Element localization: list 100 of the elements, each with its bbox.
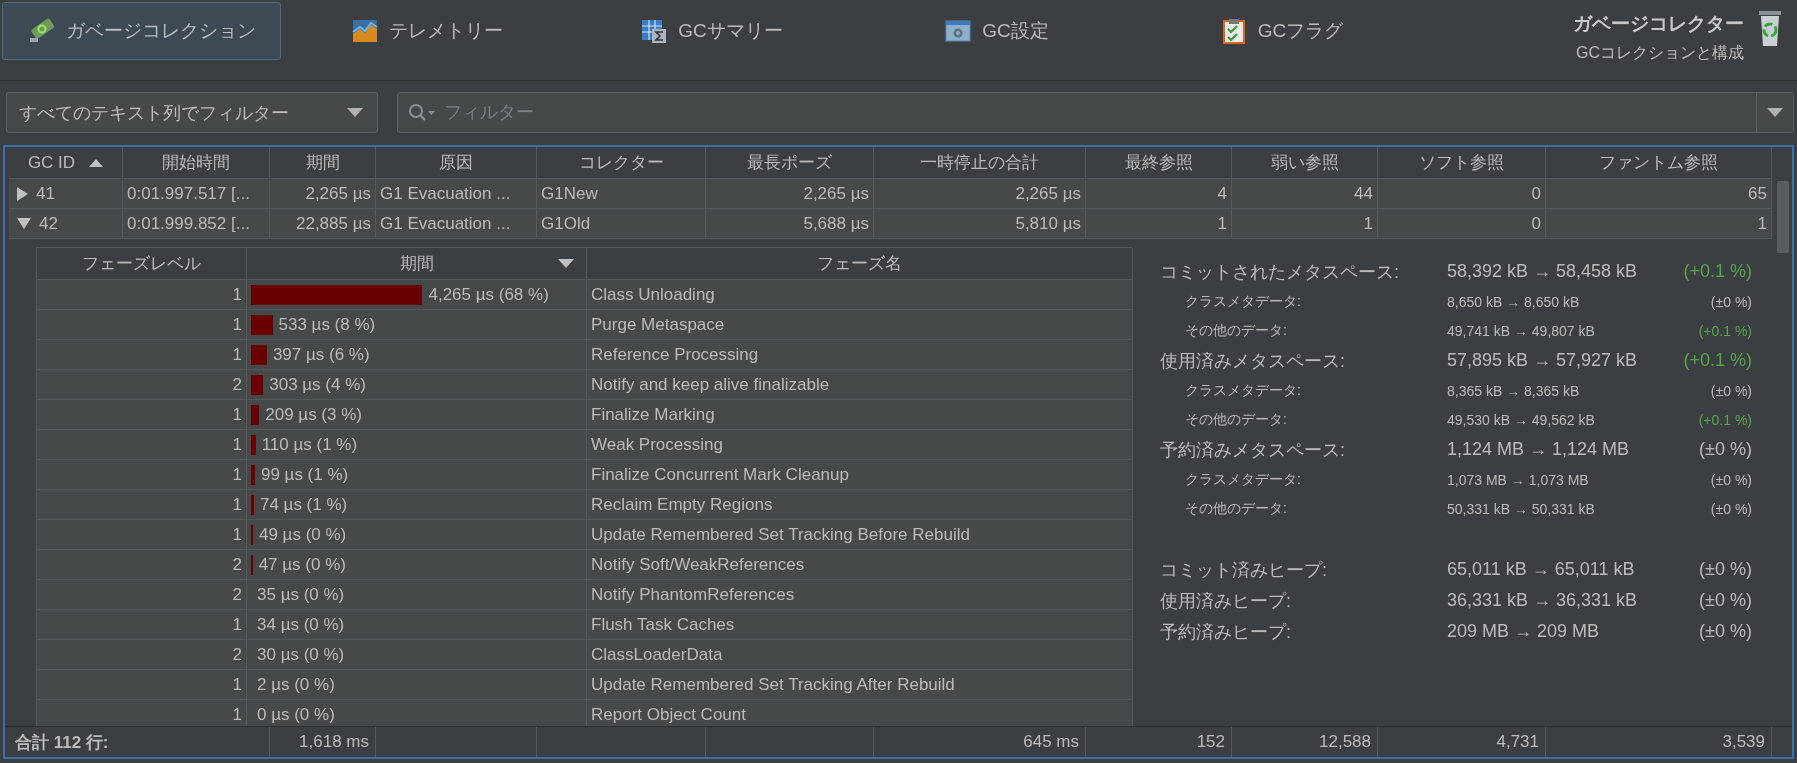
table-cell: Class Unloading <box>587 280 1133 310</box>
table-cell: 1 <box>37 700 247 726</box>
column-header[interactable]: 一時停止の合計 <box>874 147 1086 179</box>
table-cell: 44 <box>1232 179 1378 209</box>
table-cell: 22,885 µs <box>270 209 376 239</box>
metric-label: クラスメタデータ: <box>1184 380 1302 400</box>
table-cell: ClassLoaderData <box>587 640 1133 670</box>
table-cell: 1 <box>37 460 247 490</box>
table-cell: 2,265 µs <box>270 179 376 209</box>
table-cell: G1 Evacuation ... <box>376 209 537 239</box>
table-cell: 74 µs (1 %) <box>259 494 348 515</box>
column-header[interactable]: フェーズ名 <box>587 248 1133 280</box>
table-cell: G1New <box>537 179 706 209</box>
table-cell: 35 µs (0 %) <box>257 584 345 605</box>
metric-change: (±0 %) <box>1698 438 1752 461</box>
metric-value: 49,741 kB → 49,807 kB <box>1447 321 1596 341</box>
table-cell: Reference Processing <box>587 340 1133 370</box>
table-cell: Update Remembered Set Tracking After Rebuild <box>587 670 1133 700</box>
table-cell: Report Object Count <box>587 700 1133 726</box>
column-header[interactable]: ソフト参照 <box>1378 147 1546 179</box>
table-cell: Reclaim Empty Regions <box>587 490 1133 520</box>
table-cell: 1 <box>37 670 247 700</box>
metric-change: (±0 %) <box>1699 558 1752 581</box>
tab[interactable]: ガベージコレクション <box>2 2 281 60</box>
column-header[interactable]: ファントム参照 <box>1546 147 1772 179</box>
table-cell: 30 µs (0 %) <box>257 644 345 665</box>
table-cell: 34 µs (0 %) <box>257 614 345 635</box>
table-cell: 5,688 µs <box>706 209 874 239</box>
table-cell: 0 <box>1378 179 1546 209</box>
metric-change: (±0 %) <box>1709 292 1752 312</box>
table-cell: 0 <box>1378 209 1546 239</box>
table-cell: 99 µs (1 %) <box>260 464 349 485</box>
chart-icon <box>350 17 379 45</box>
table-cell: 1 <box>37 520 247 550</box>
metric-label: クラスメタデータ: <box>1184 469 1302 489</box>
column-header[interactable]: 開始時間 <box>123 147 270 179</box>
metric-label: クラスメタデータ: <box>1184 291 1302 311</box>
column-header[interactable]: コレクター <box>537 147 706 179</box>
scrollbar-thumb[interactable] <box>1777 181 1789 253</box>
table-cell: 1 <box>37 490 247 520</box>
table-cell: 303 µs (4 %) <box>269 374 366 395</box>
table-cell: 1 <box>37 610 247 640</box>
metric-change: (±0 %) <box>1709 499 1752 519</box>
tab[interactable]: GCフラグ <box>1142 2 1421 60</box>
metric-change: (±0 %) <box>1709 381 1752 401</box>
metric-change: (+0.1 %) <box>1683 349 1752 372</box>
column-header[interactable]: 原因 <box>376 147 537 179</box>
table-cell: G1 Evacuation ... <box>376 179 537 209</box>
table-cell: 0:01.999.852 [... <box>123 209 270 239</box>
table-cell: Finalize Concurrent Mark Cleanup <box>587 460 1133 490</box>
table-cell: 2 <box>37 640 247 670</box>
table-cell: 2,265 µs <box>874 179 1086 209</box>
metric-label: コミットされたメタスペース: <box>1160 260 1400 284</box>
metric-change: (+0.1 %) <box>1697 410 1752 430</box>
table-cell: 5,810 µs <box>874 209 1086 239</box>
column-header[interactable]: 期間 <box>270 147 376 179</box>
tab[interactable]: GCサマリー <box>572 2 851 60</box>
table-cell: 1 <box>1232 209 1378 239</box>
table-cell: 110 µs (1 %) <box>261 434 358 455</box>
metric-label: 予約済みヒープ: <box>1160 620 1292 644</box>
panel-subtitle: GCコレクションと構成 <box>1576 43 1744 63</box>
trash-can-icon <box>1758 8 1782 48</box>
column-header[interactable]: GC ID <box>9 147 123 179</box>
metric-change: (±0 %) <box>1709 470 1752 490</box>
table-cell: 47 µs (0 %) <box>258 554 346 575</box>
table-cell: 0 µs (0 %) <box>257 704 335 725</box>
column-header[interactable]: フェーズレベル <box>37 248 247 280</box>
dropdown-button[interactable] <box>1756 93 1793 132</box>
column-header[interactable]: 弱い参照 <box>1232 147 1378 179</box>
metric-value: 49,530 kB → 49,562 kB <box>1447 410 1596 430</box>
metric-change: (±0 %) <box>1699 620 1752 643</box>
table-cell: 4 <box>1086 179 1232 209</box>
table-cell: Notify PhantomReferences <box>587 580 1133 610</box>
metric-value: 1,124 MB → 1,124 MB <box>1447 438 1631 461</box>
metric-change: (±0 %) <box>1699 589 1752 612</box>
column-header[interactable]: 最長ポーズ <box>706 147 874 179</box>
metric-label: その他のデータ: <box>1184 320 1288 340</box>
table-cell: 41 <box>36 183 55 204</box>
table-cell: 533 µs (8 %) <box>278 314 376 335</box>
metric-value: 58,392 kB → 58,458 kB <box>1447 260 1639 283</box>
column-header[interactable]: 期間 <box>247 248 587 280</box>
tab[interactable]: GC設定 <box>857 2 1136 60</box>
table-cell: 2 <box>37 550 247 580</box>
table-cell: 1 <box>1086 209 1232 239</box>
table-cell: 1 <box>37 400 247 430</box>
metric-value: 8,650 kB → 8,650 kB <box>1447 292 1581 312</box>
tab[interactable]: テレメトリー <box>287 2 566 60</box>
column-header[interactable]: 最終参照 <box>1086 147 1232 179</box>
table-cell: 4,265 µs (68 %) <box>428 284 549 305</box>
table-cell: 1 <box>37 310 247 340</box>
table-cell: 2,265 µs <box>706 179 874 209</box>
table-cell: 397 µs (6 %) <box>272 344 370 365</box>
metric-value: 50,331 kB → 50,331 kB <box>1447 499 1596 519</box>
filter-scope-dropdown[interactable]: すべてのテキスト列でフィルター <box>6 92 378 133</box>
metric-value: 1,073 MB → 1,073 MB <box>1447 470 1590 490</box>
dropdown-arrow-icon <box>1767 108 1783 117</box>
metric-label: 使用済みメタスペース: <box>1160 349 1346 373</box>
metric-label: 使用済みヒープ: <box>1160 589 1292 613</box>
table-cell: Finalize Marking <box>587 400 1133 430</box>
table-cell: 42 <box>39 213 58 234</box>
